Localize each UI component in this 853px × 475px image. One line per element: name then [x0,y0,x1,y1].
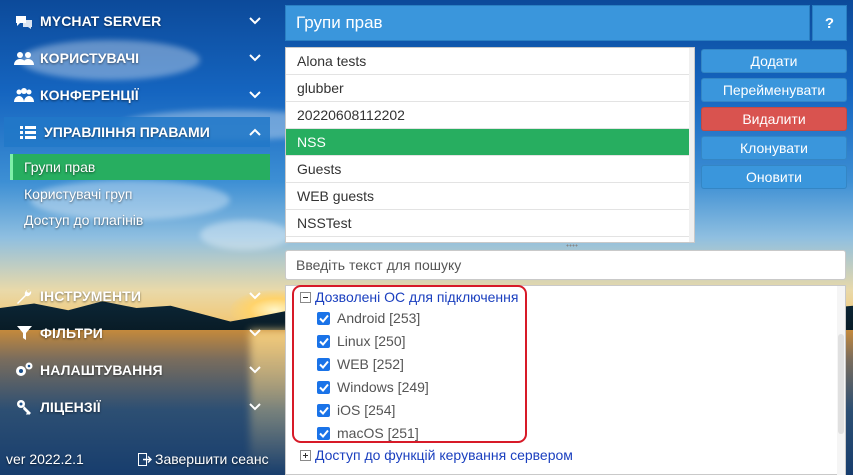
sidebar-item-label: ЛІЦЕНЗІЇ [40,399,101,415]
refresh-button[interactable]: Оновити [701,165,847,189]
chevron-down-icon [249,17,261,25]
page-title-bar: Групи прав [285,5,810,41]
sidebar-item-filters[interactable]: ФІЛЬТРИ [0,318,274,348]
logout-icon [138,452,152,466]
logout-label: Завершити сеанс [155,451,269,467]
list-scrollbar[interactable] [689,48,694,242]
clone-button[interactable]: Клонувати [701,136,847,160]
list-item[interactable]: Guests [286,156,690,183]
sidebar-item-label: КОРИСТУВАЧІ [40,50,140,66]
sidebar-sub-item-rights-groups[interactable]: Групи прав [10,154,270,180]
rights-groups-list[interactable]: Alona tests glubber 20220608112202 NSS G… [285,47,695,243]
list-item[interactable]: NSSTest [286,210,690,237]
sidebar-sub-item-plugin-access[interactable]: Доступ до плагінів [10,207,270,233]
chevron-up-icon [249,128,261,136]
gears-icon [14,362,34,378]
sidebar-item-users[interactable]: КОРИСТУВАЧІ [0,43,274,73]
users-icon [14,50,34,66]
chevron-down-icon [249,366,261,374]
sidebar-item-label: НАЛАШТУВАННЯ [40,362,163,378]
search-input[interactable] [285,250,846,280]
list-icon [18,124,38,140]
sidebar-item-mychat-server[interactable]: MYCHAT SERVER [0,6,274,36]
chevron-down-icon [249,329,261,337]
list-item-selected[interactable]: NSS [286,129,690,156]
sidebar-item-licenses[interactable]: ЛІЦЕНЗІЇ [0,392,274,422]
sidebar: MYCHAT SERVER КОРИСТУВАЧІ КОНФЕРЕНЦІЇ УП… [0,0,274,475]
sub-item-label: Групи прав [24,159,96,175]
list-item[interactable]: 20220608112202 [286,102,690,129]
key-icon [14,399,34,415]
resize-handle[interactable] [566,244,578,247]
chat-bubbles-icon [14,13,34,29]
sidebar-item-label: КОНФЕРЕНЦІЇ [40,87,139,103]
rename-button[interactable]: Перейменувати [701,78,847,102]
list-item[interactable]: glubber [286,75,690,102]
add-button[interactable]: Додати [701,49,847,73]
tree-node-label: Доступ до функцій керування сервером [315,447,573,463]
wrench-icon [14,288,34,304]
scrollbar-thumb[interactable] [838,334,844,434]
logout-link[interactable]: Завершити сеанс [138,451,269,467]
chevron-down-icon [249,403,261,411]
highlight-annotation [292,285,527,443]
sidebar-item-settings[interactable]: НАЛАШТУВАННЯ [0,355,274,385]
chevron-down-icon [249,91,261,99]
chevron-down-icon [249,54,261,62]
chevron-down-icon [249,292,261,300]
sub-item-label: Доступ до плагінів [24,212,144,228]
page-title: Групи прав [296,13,383,32]
sidebar-item-conferences[interactable]: КОНФЕРЕНЦІЇ [0,80,274,110]
expand-icon[interactable] [300,449,311,461]
delete-button[interactable]: Видалити [701,107,847,131]
conferences-icon [14,87,34,103]
sidebar-item-label: ФІЛЬТРИ [40,325,103,341]
sub-item-label: Користувачі груп [24,186,133,202]
sidebar-item-tools[interactable]: ІНСТРУМЕНТИ [0,281,274,311]
tree-scrollbar[interactable] [837,286,845,475]
list-item[interactable]: WEB guests [286,183,690,210]
sidebar-item-label: ІНСТРУМЕНТИ [40,288,142,304]
filter-icon [14,325,34,341]
list-item[interactable]: Alona tests [286,48,690,75]
help-button[interactable]: ? [812,5,847,41]
sidebar-item-label: УПРАВЛІННЯ ПРАВАМИ [44,124,210,140]
sidebar-item-rights-management[interactable]: УПРАВЛІННЯ ПРАВАМИ [4,117,270,147]
sidebar-item-label: MYCHAT SERVER [40,13,162,29]
version-label: ver 2022.2.1 [6,451,84,467]
tree-node-server-management[interactable]: Доступ до функцій керування сервером [300,447,573,463]
sidebar-sub-item-group-users[interactable]: Користувачі груп [10,181,270,207]
